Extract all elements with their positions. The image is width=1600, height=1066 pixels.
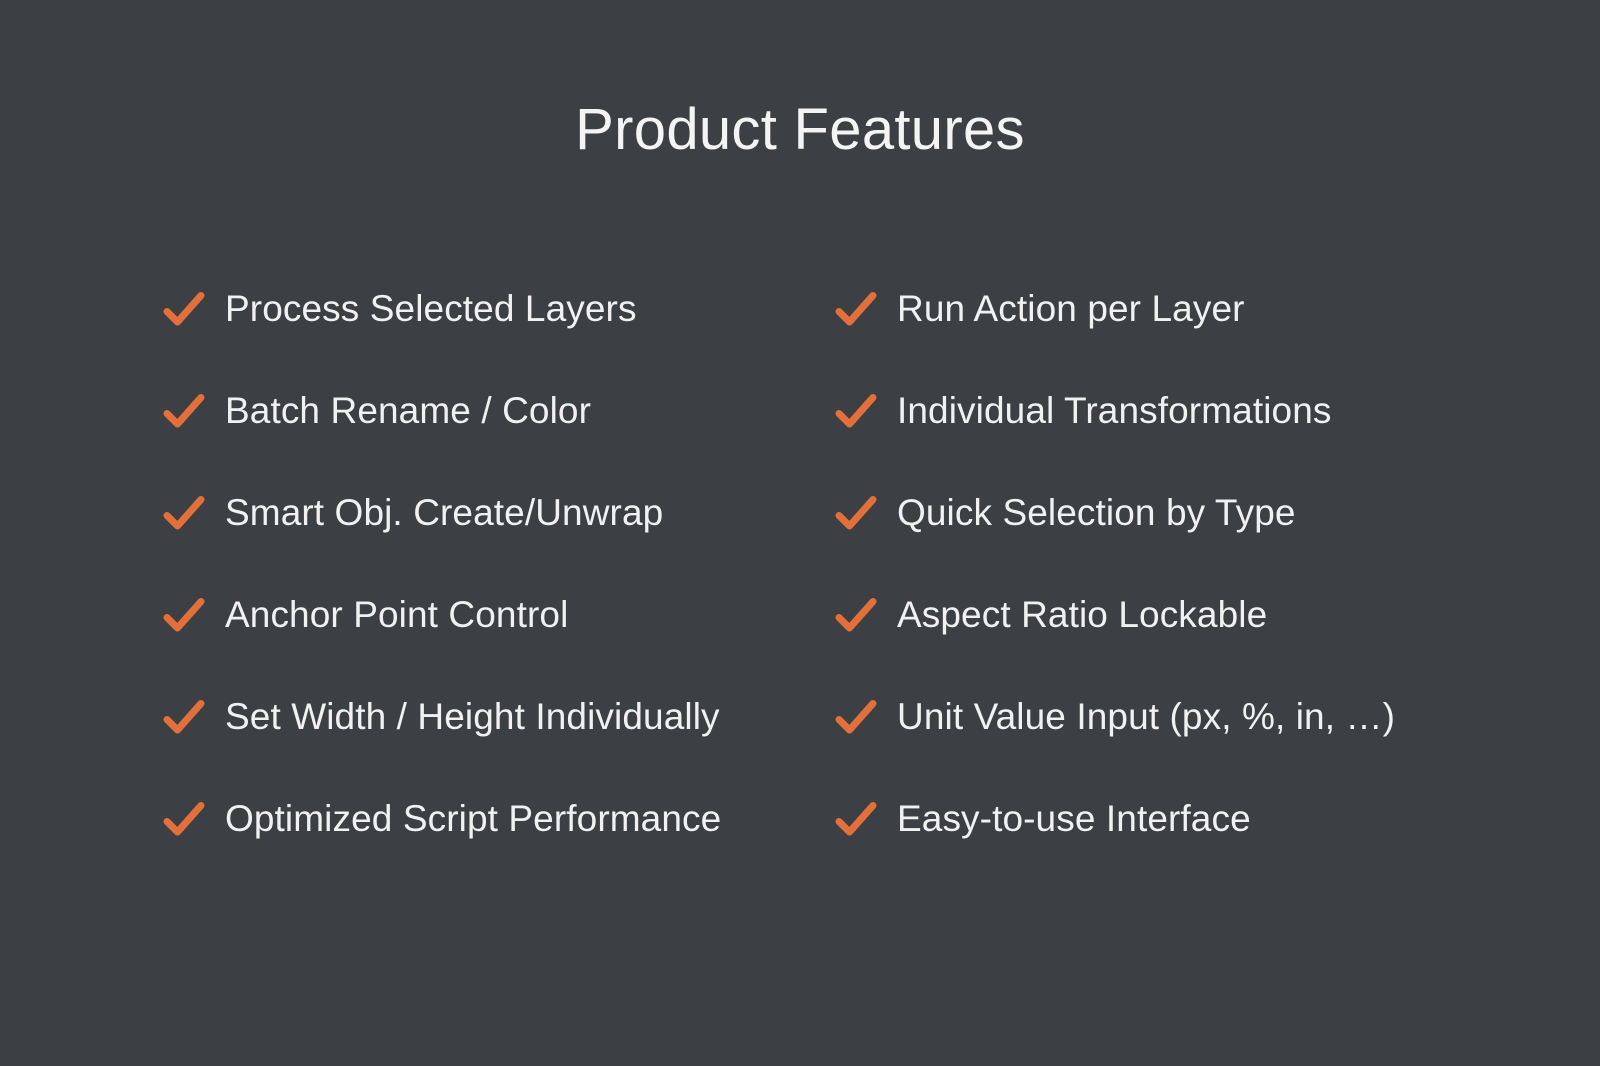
check-icon — [163, 287, 207, 331]
list-item: Individual Transformations — [835, 377, 1475, 445]
feature-label: Quick Selection by Type — [897, 491, 1296, 533]
feature-column-right: Run Action per Layer Individual Transfor… — [835, 275, 1475, 887]
check-icon — [835, 797, 879, 841]
feature-label: Run Action per Layer — [897, 287, 1245, 329]
check-icon — [163, 593, 207, 637]
feature-label: Smart Obj. Create/Unwrap — [225, 491, 664, 533]
feature-label: Batch Rename / Color — [225, 389, 592, 431]
check-icon — [163, 491, 207, 535]
check-icon — [835, 593, 879, 637]
feature-label: Aspect Ratio Lockable — [897, 593, 1268, 635]
list-item: Anchor Point Control — [163, 581, 835, 649]
check-icon — [163, 389, 207, 433]
feature-label: Individual Transformations — [897, 389, 1332, 431]
feature-label: Process Selected Layers — [225, 287, 637, 329]
list-item: Smart Obj. Create/Unwrap — [163, 479, 835, 547]
feature-label: Unit Value Input (px, %, in, …) — [897, 695, 1396, 737]
feature-column-left: Process Selected Layers Batch Rename / C… — [163, 275, 835, 887]
list-item: Optimized Script Performance — [163, 785, 835, 853]
check-icon — [835, 389, 879, 433]
check-icon — [163, 695, 207, 739]
list-item: Easy-to-use Interface — [835, 785, 1475, 853]
list-item: Aspect Ratio Lockable — [835, 581, 1475, 649]
list-item: Set Width / Height Individually — [163, 683, 835, 751]
feature-label: Set Width / Height Individually — [225, 695, 720, 737]
feature-columns: Process Selected Layers Batch Rename / C… — [0, 275, 1600, 887]
list-item: Run Action per Layer — [835, 275, 1475, 343]
list-item: Batch Rename / Color — [163, 377, 835, 445]
feature-label: Anchor Point Control — [225, 593, 569, 635]
check-icon — [835, 287, 879, 331]
page-title: Product Features — [575, 97, 1025, 162]
check-icon — [835, 695, 879, 739]
feature-label: Optimized Script Performance — [225, 797, 722, 839]
product-features-slide: Product Features Process Selected Layers… — [0, 0, 1600, 1066]
check-icon — [163, 797, 207, 841]
check-icon — [835, 491, 879, 535]
feature-label: Easy-to-use Interface — [897, 797, 1251, 839]
list-item: Process Selected Layers — [163, 275, 835, 343]
list-item: Unit Value Input (px, %, in, …) — [835, 683, 1475, 751]
list-item: Quick Selection by Type — [835, 479, 1475, 547]
